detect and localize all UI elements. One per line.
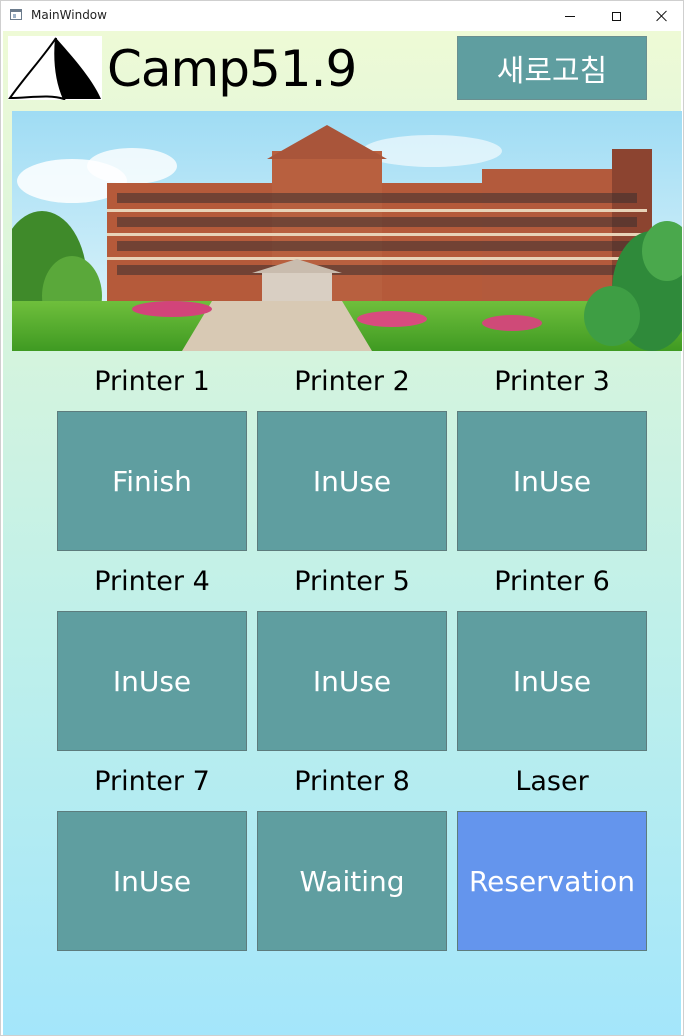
minimize-button[interactable] — [547, 1, 593, 31]
school-banner-image — [12, 111, 682, 351]
laser-reservation-button[interactable]: Reservation — [457, 811, 647, 951]
printer-4-status-button[interactable]: InUse — [57, 611, 247, 751]
printer-7-status-button[interactable]: InUse — [57, 811, 247, 951]
printer-3-status-button[interactable]: InUse — [457, 411, 647, 551]
printer-4-label: Printer 4 — [94, 566, 210, 597]
printer-6-label: Printer 6 — [494, 566, 610, 597]
minimize-icon — [565, 15, 575, 17]
maximize-icon — [611, 11, 621, 21]
printer-5-status-button[interactable]: InUse — [257, 611, 447, 751]
maximize-button[interactable] — [593, 1, 639, 31]
close-button[interactable] — [639, 1, 683, 31]
printer-2-label: Printer 2 — [294, 366, 410, 397]
close-icon — [656, 10, 668, 22]
printer-3-label: Printer 3 — [494, 366, 610, 397]
client-area: Camp51.9 새로고침 Printer 1 Printer 2 Printe… — [3, 31, 682, 1035]
logo-icon — [8, 36, 102, 101]
printer-1-status-button[interactable]: Finish — [57, 411, 247, 551]
window-title: MainWindow — [31, 8, 107, 22]
printer-8-status-button[interactable]: Waiting — [257, 811, 447, 951]
window-icon — [10, 9, 22, 20]
printer-7-label: Printer 7 — [94, 766, 210, 797]
refresh-button[interactable]: 새로고침 — [457, 36, 647, 100]
laser-label: Laser — [515, 766, 589, 797]
printer-1-label: Printer 1 — [94, 366, 210, 397]
printer-5-label: Printer 5 — [294, 566, 410, 597]
printer-8-label: Printer 8 — [294, 766, 410, 797]
main-window: MainWindow Camp51.9 새로고침 Printer 1 Print… — [0, 0, 684, 1036]
title-bar[interactable]: MainWindow — [1, 1, 683, 31]
printer-6-status-button[interactable]: InUse — [457, 611, 647, 751]
printer-2-status-button[interactable]: InUse — [257, 411, 447, 551]
app-name: Camp51.9 — [107, 40, 357, 98]
